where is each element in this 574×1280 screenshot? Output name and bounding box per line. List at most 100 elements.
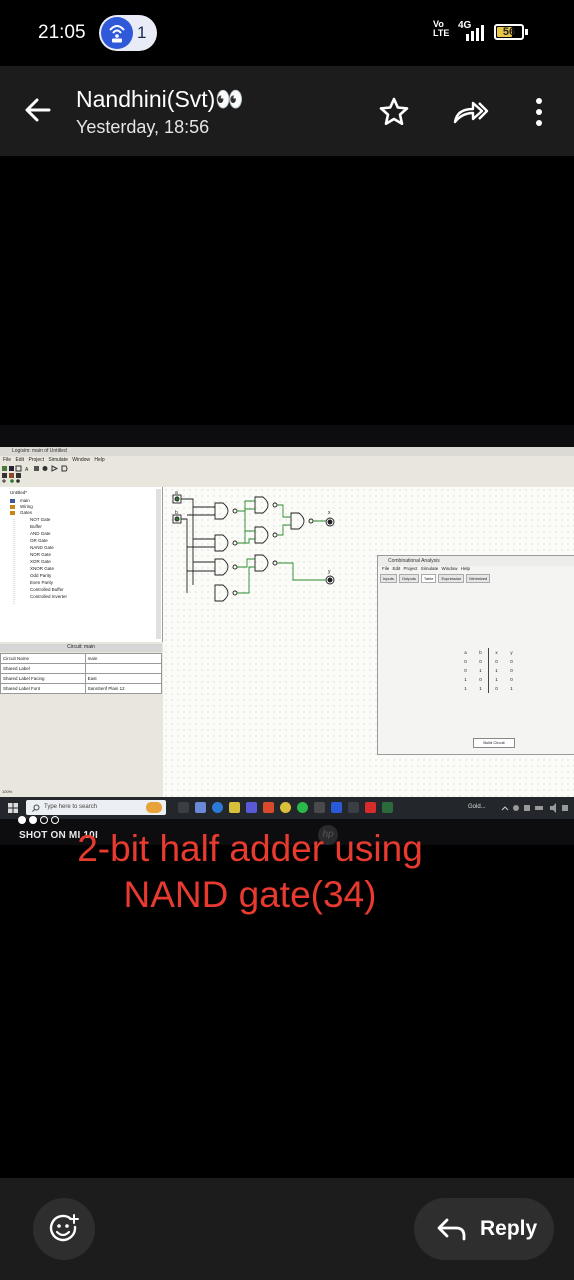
table-row: Shared Label Facing East: [0, 673, 163, 684]
file-explorer-icon[interactable]: [229, 802, 240, 813]
widgets-icon[interactable]: [195, 802, 206, 813]
chrome-icon[interactable]: [280, 802, 291, 813]
more-vert-icon[interactable]: [530, 96, 548, 128]
camera-brand-dots: [18, 816, 59, 824]
table-cell: 1: [479, 668, 482, 673]
attribute-table: Circuit Name main Shared Label Shared Lab…: [0, 653, 163, 694]
reply-button[interactable]: Reply: [414, 1198, 554, 1260]
table-cell: 0: [479, 677, 482, 682]
emoji-add-icon: [49, 1214, 79, 1242]
bottom-bar: Reply: [0, 1178, 574, 1280]
table-header-row: a b x y: [458, 648, 519, 657]
zoom-level[interactable]: 100%: [2, 789, 12, 794]
tab-outputs[interactable]: Outputs: [398, 574, 419, 583]
attr-value[interactable]: East: [84, 673, 163, 684]
attr-name: Circuit Name: [0, 653, 86, 664]
explorer-scrollbar[interactable]: [156, 489, 161, 639]
table-row: Shared Label Font SansSerif Plain 12: [0, 683, 163, 694]
word-icon[interactable]: [331, 802, 342, 813]
windows-start-icon[interactable]: [8, 803, 18, 813]
table-row: 1 1 0 1: [458, 684, 519, 693]
tree-item-controlled-inverter[interactable]: Controlled Inverter: [30, 594, 67, 599]
table-cell[interactable]: 1: [504, 684, 519, 693]
tree-item-odd-parity[interactable]: Odd Parity: [30, 573, 51, 578]
header-cell: x: [488, 648, 504, 657]
windows-taskbar: Type here to search Gold...: [0, 797, 574, 819]
attr-value[interactable]: main: [84, 653, 163, 664]
dot: [18, 816, 26, 824]
tree-item-main[interactable]: main: [20, 498, 30, 503]
add-reaction-button[interactable]: [33, 1198, 95, 1260]
table-cell[interactable]: 0: [504, 657, 519, 666]
logisim-icon[interactable]: [314, 802, 325, 813]
table-row: Shared Label: [0, 663, 163, 674]
hotspot-indicator[interactable]: 1: [99, 15, 157, 51]
hotspot-icon: [101, 17, 133, 49]
header-cell: y: [510, 650, 513, 655]
star-icon[interactable]: [378, 96, 410, 128]
attr-name: Shared Label Facing: [0, 673, 86, 684]
battery-level: 56: [502, 26, 516, 38]
tree-item-gates[interactable]: Gates: [20, 510, 32, 515]
tree-item-and-gate[interactable]: AND Gate: [30, 531, 51, 536]
gold-app-icon[interactable]: [382, 802, 393, 813]
tree-item-controlled-buffer[interactable]: Controlled Buffer: [30, 587, 64, 592]
laptop-screen: Logisim: main of Untitled File Edit Proj…: [0, 447, 574, 819]
toolbar: A: [2, 465, 68, 483]
table-cell: 0: [479, 659, 482, 664]
attr-name: Shared Label Font: [0, 683, 86, 694]
attr-value[interactable]: [84, 663, 163, 674]
combinational-analysis-dialog: Combinational Analysis File Edit Project…: [377, 555, 574, 755]
table-cell: 0: [464, 668, 467, 673]
edge-icon[interactable]: [212, 802, 223, 813]
tree-item-xnor-gate[interactable]: XNOR Gate: [30, 566, 54, 571]
forward-icon[interactable]: [453, 96, 489, 128]
back-arrow-icon[interactable]: [22, 94, 54, 126]
dialog-title: Combinational Analysis: [378, 556, 574, 566]
svg-text:b: b: [175, 510, 178, 516]
battery-tip: [525, 29, 528, 35]
search-placeholder: Type here to search: [44, 804, 98, 810]
dot: [29, 816, 37, 824]
teams-icon[interactable]: [246, 802, 257, 813]
tree-item-or-gate[interactable]: OR Gate: [30, 538, 48, 543]
volte-icon: Vo LTE: [433, 20, 449, 38]
tree-item-even-parity[interactable]: Even Parity: [30, 580, 53, 585]
powerpoint-icon[interactable]: [263, 802, 274, 813]
circuit-header: Circuit: main: [0, 644, 162, 652]
hotspot-count: 1: [137, 23, 147, 42]
table-row: Circuit Name main: [0, 653, 163, 664]
table-row: 0 1 1 0: [458, 666, 519, 675]
table-cell[interactable]: 0: [488, 657, 504, 666]
tree-item-nand-gate[interactable]: NAND Gate: [30, 545, 54, 550]
taskbar-search[interactable]: Type here to search: [26, 800, 166, 815]
dot: [40, 816, 48, 824]
system-tray-icons[interactable]: [500, 803, 570, 813]
tab-table[interactable]: Table: [420, 574, 437, 583]
window-title: Logisim: main of Untitled: [0, 447, 574, 456]
reply-label: Reply: [480, 1217, 538, 1240]
tree-item-buffer[interactable]: Buffer: [30, 524, 42, 529]
whatsapp-icon[interactable]: [297, 802, 308, 813]
tree-root[interactable]: Untitled*: [10, 490, 27, 495]
table-cell: 0: [464, 659, 467, 664]
tree-item-wiring[interactable]: Wiring: [20, 504, 33, 509]
tab-inputs[interactable]: Inputs: [380, 574, 397, 583]
tab-expression[interactable]: Expression: [438, 574, 465, 583]
tab-minimized[interactable]: Minimized: [466, 574, 491, 583]
tree-item-xor-gate[interactable]: XOR Gate: [30, 559, 51, 564]
tree-item-nor-gate[interactable]: NOR Gate: [30, 552, 51, 557]
table-cell[interactable]: 1: [488, 675, 504, 684]
media-player-icon[interactable]: [348, 802, 359, 813]
table-cell[interactable]: 0: [504, 666, 519, 675]
table-cell[interactable]: 0: [488, 684, 504, 693]
build-circuit-button[interactable]: Build Circuit: [473, 738, 515, 748]
task-view-icon[interactable]: [178, 802, 189, 813]
table-cell[interactable]: 0: [504, 675, 519, 684]
wps-icon[interactable]: [365, 802, 376, 813]
attr-value[interactable]: SansSerif Plain 12: [84, 683, 163, 694]
media-image[interactable]: Logisim: main of Untitled File Edit Proj…: [0, 425, 574, 845]
table-cell: 1: [479, 686, 482, 691]
table-cell[interactable]: 1: [488, 666, 504, 675]
tree-item-not-gate[interactable]: NOT Gate: [30, 517, 50, 522]
